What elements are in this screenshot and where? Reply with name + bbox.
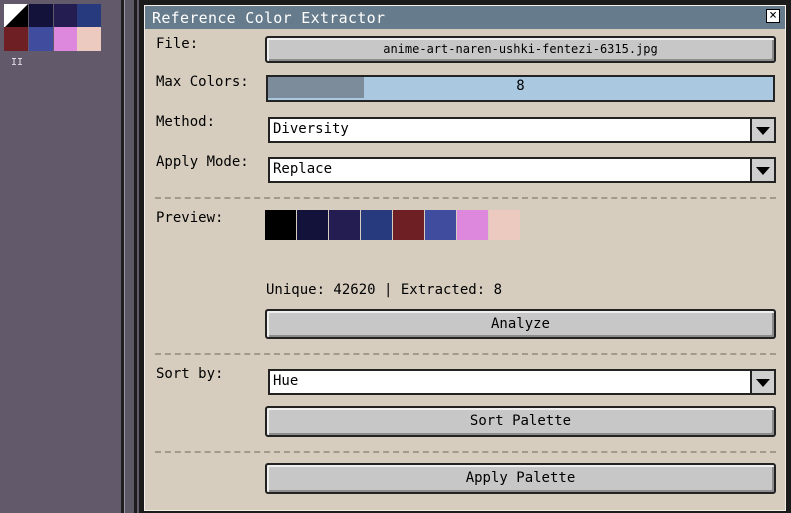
close-icon: × [769, 8, 777, 23]
close-button[interactable]: × [766, 9, 780, 23]
chevron-down-icon[interactable] [750, 369, 776, 395]
max-colors-value: 8 [516, 78, 525, 94]
palette-swatch[interactable] [54, 27, 78, 51]
palette-swatch[interactable] [4, 27, 28, 51]
apply-mode-value: Replace [273, 161, 333, 177]
preview-swatch [329, 210, 360, 240]
preview-swatch [393, 210, 424, 240]
sort-by-select[interactable]: Hue [268, 369, 776, 395]
palette-panel: II [0, 0, 124, 513]
palette-swatch[interactable] [77, 4, 101, 28]
sort-palette-button[interactable]: Sort Palette [265, 406, 776, 437]
section-divider [155, 451, 776, 453]
preview-swatch [425, 210, 456, 240]
sort-palette-button-label: Sort Palette [469, 413, 572, 429]
section-divider [155, 353, 776, 355]
sort-by-value: Hue [273, 373, 299, 389]
palette-swatch[interactable] [77, 27, 101, 51]
apply-mode-select[interactable]: Replace [268, 157, 776, 183]
apply-mode-label: Apply Mode: [156, 154, 249, 170]
chevron-down-icon[interactable] [750, 117, 776, 143]
palette-swatch[interactable] [29, 4, 53, 28]
palette-scroll-marker: II [11, 57, 24, 68]
file-name: anime-art-naren-ushki-fentezi-6315.jpg [383, 42, 658, 56]
apply-palette-button[interactable]: Apply Palette [265, 463, 776, 494]
file-label: File: [156, 36, 199, 52]
max-colors-slider[interactable]: 8 [266, 75, 775, 102]
preview-swatch [361, 210, 392, 240]
analyze-button[interactable]: Analyze [265, 309, 776, 339]
preview-swatch [489, 210, 520, 240]
max-colors-label: Max Colors: [156, 74, 249, 90]
method-select[interactable]: Diversity [268, 117, 776, 143]
dialog-title: Reference Color Extractor [152, 9, 386, 27]
dialog-titlebar[interactable]: Reference Color Extractor × [145, 6, 785, 29]
preview-label: Preview: [156, 210, 224, 226]
extraction-stats: Unique: 42620 | Extracted: 8 [266, 282, 503, 298]
preview-swatch [265, 210, 296, 240]
section-divider [155, 197, 776, 199]
analyze-button-label: Analyze [490, 316, 550, 332]
file-select-button[interactable]: anime-art-naren-ushki-fentezi-6315.jpg [265, 36, 776, 63]
palette-swatch[interactable] [54, 4, 78, 28]
palette-swatch-black-white[interactable] [4, 4, 28, 28]
method-value: Diversity [273, 121, 349, 137]
apply-palette-button-label: Apply Palette [465, 470, 576, 486]
sort-by-label: Sort by: [156, 366, 224, 382]
palette-swatch[interactable] [29, 27, 53, 51]
method-label: Method: [156, 114, 216, 130]
chevron-down-icon[interactable] [750, 157, 776, 183]
preview-swatch [297, 210, 328, 240]
preview-swatch [457, 210, 488, 240]
